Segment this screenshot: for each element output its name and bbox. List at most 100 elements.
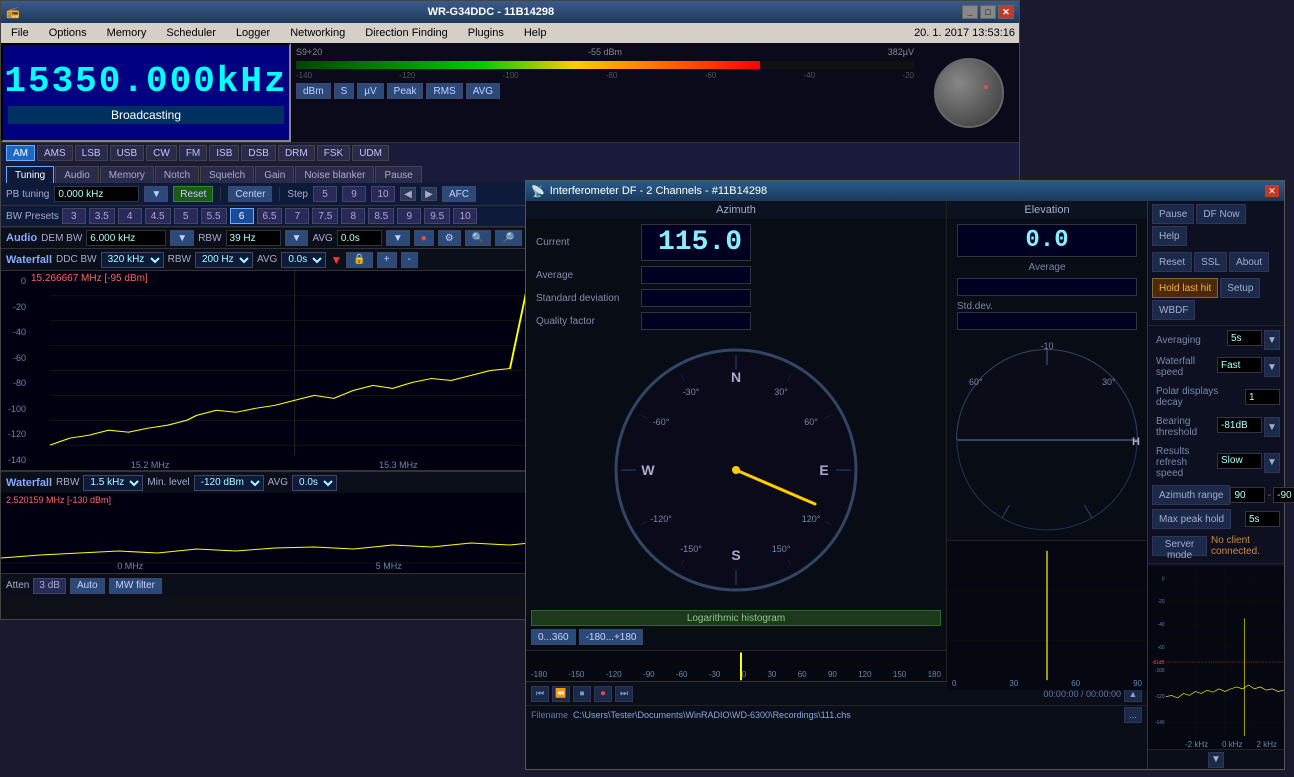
bw-6-5[interactable]: 6.5 [257,208,283,224]
avg-input[interactable] [337,230,382,246]
settings-btn[interactable]: ⚙ [438,230,461,246]
step-10[interactable]: 10 [371,186,395,202]
avg-button[interactable]: AVG [466,83,500,99]
menu-file[interactable]: File [5,26,35,40]
mode-drm[interactable]: DRM [278,145,315,161]
refresh-input[interactable] [1217,453,1262,469]
bw-4-5[interactable]: 4.5 [145,208,171,224]
tab-audio[interactable]: Audio [55,166,99,183]
step-down-btn[interactable]: ◀ [400,187,416,201]
range-180-btn[interactable]: -180...+180 [579,629,644,645]
az-to-input[interactable] [1273,487,1294,503]
wf1-rbw-select[interactable]: 200 Hz [195,252,253,268]
elevation-std-input[interactable] [957,312,1137,330]
bw-8-5[interactable]: 8.5 [368,208,394,224]
wf-speed-input[interactable] [1217,357,1262,373]
about-btn[interactable]: About [1229,252,1269,272]
menu-networking[interactable]: Networking [284,26,351,40]
wbdf-btn[interactable]: WBDF [1152,300,1195,320]
average-input[interactable] [641,266,751,284]
polar-decay-input[interactable] [1245,389,1280,405]
ddc-bw-select[interactable]: 320 kHz [101,252,164,268]
afc-button[interactable]: AFC [442,186,476,202]
menu-help[interactable]: Help [518,26,553,40]
bw-6[interactable]: 6 [230,208,254,224]
tab-noise-blanker[interactable]: Noise blanker [295,166,374,183]
tab-tuning[interactable]: Tuning [6,166,54,183]
avg-dropdown[interactable]: ▼ [386,230,410,246]
wf-speed-dropdown[interactable]: ▼ [1264,357,1280,377]
az-from-input[interactable] [1230,487,1265,503]
df-close-button[interactable]: ✕ [1265,185,1279,197]
wf1-avg-select[interactable]: 0.0s [281,252,326,268]
ssl-btn[interactable]: SSL [1194,252,1227,272]
close-button[interactable]: ✕ [998,5,1014,19]
range-360-btn[interactable]: 0...360 [531,629,576,645]
bw-3-5[interactable]: 3.5 [89,208,115,224]
menu-memory[interactable]: Memory [101,26,153,40]
step-5[interactable]: 5 [313,186,337,202]
pb-tuning-input[interactable] [54,186,139,202]
max-peak-input[interactable] [1245,511,1280,527]
auto-button[interactable]: Auto [70,578,105,594]
quality-input[interactable] [641,312,751,330]
minimize-button[interactable]: _ [962,5,978,19]
bw-9-5[interactable]: 9.5 [424,208,450,224]
rbw-input[interactable] [226,230,281,246]
bw-10[interactable]: 10 [453,208,477,224]
mode-ams[interactable]: AMS [37,145,73,161]
mw-filter-button[interactable]: MW filter [109,578,162,594]
hold-last-hit-btn[interactable]: Hold last hit [1152,278,1218,298]
averaging-dropdown[interactable]: ▼ [1264,330,1280,350]
uv-button[interactable]: µV [357,83,383,99]
averaging-input[interactable] [1227,330,1262,346]
wf1-zoom-in[interactable]: + [377,252,397,268]
rec-btn[interactable]: ● [414,230,434,246]
menu-scheduler[interactable]: Scheduler [160,26,222,40]
df-now-btn[interactable]: DF Now [1196,204,1246,224]
bw-5[interactable]: 5 [174,208,198,224]
pb-dropdown-btn[interactable]: ▼ [144,186,168,202]
peak-button[interactable]: Peak [387,83,424,99]
mode-cw[interactable]: CW [146,145,177,161]
refresh-dropdown[interactable]: ▼ [1264,453,1280,473]
dem-bw-input[interactable] [86,230,166,246]
bw-3[interactable]: 3 [62,208,86,224]
pause-btn[interactable]: Pause [1152,204,1194,224]
wf1-lock[interactable]: 🔒 [346,252,372,268]
mode-fsk[interactable]: FSK [317,145,350,161]
dem-bw-dropdown[interactable]: ▼ [170,230,194,246]
maximize-button[interactable]: □ [980,5,996,19]
bw-7-5[interactable]: 7.5 [312,208,338,224]
rbw-dropdown[interactable]: ▼ [285,230,309,246]
step-up-btn[interactable]: ▶ [421,187,437,201]
mode-isb[interactable]: ISB [209,145,239,161]
zoom-in[interactable]: 🔍 [465,230,491,246]
menu-options[interactable]: Options [43,26,93,40]
menu-direction-finding[interactable]: Direction Finding [359,26,454,40]
player-stop[interactable]: ⏹ [573,686,591,702]
tab-squelch[interactable]: Squelch [200,166,254,183]
center-button[interactable]: Center [228,186,272,202]
zoom-out[interactable]: 🔎 [495,230,521,246]
tab-pause[interactable]: Pause [375,166,421,183]
mode-fm[interactable]: FM [179,145,207,161]
reset-btn[interactable]: Reset [1152,252,1192,272]
mode-dsb[interactable]: DSB [241,145,276,161]
tab-gain[interactable]: Gain [255,166,294,183]
elevation-average-input[interactable] [957,278,1137,296]
player-prev[interactable]: ⏮ [531,686,549,702]
az-range-btn[interactable]: Azimuth range [1152,485,1230,505]
player-record[interactable]: ⏺ [594,686,612,702]
std-dev-input[interactable] [641,289,751,307]
df-scroll-down[interactable]: ▼ [1208,752,1224,768]
s-button[interactable]: S [334,83,355,99]
bearing-input[interactable] [1217,417,1262,433]
player-next[interactable]: ⏭ [615,686,633,702]
max-peak-btn[interactable]: Max peak hold [1152,509,1231,529]
mode-lsb[interactable]: LSB [75,145,108,161]
bw-8[interactable]: 8 [341,208,365,224]
reset-button[interactable]: Reset [173,186,213,202]
wf2-min-select[interactable]: -120 dBm [194,475,264,491]
step-9[interactable]: 9 [342,186,366,202]
